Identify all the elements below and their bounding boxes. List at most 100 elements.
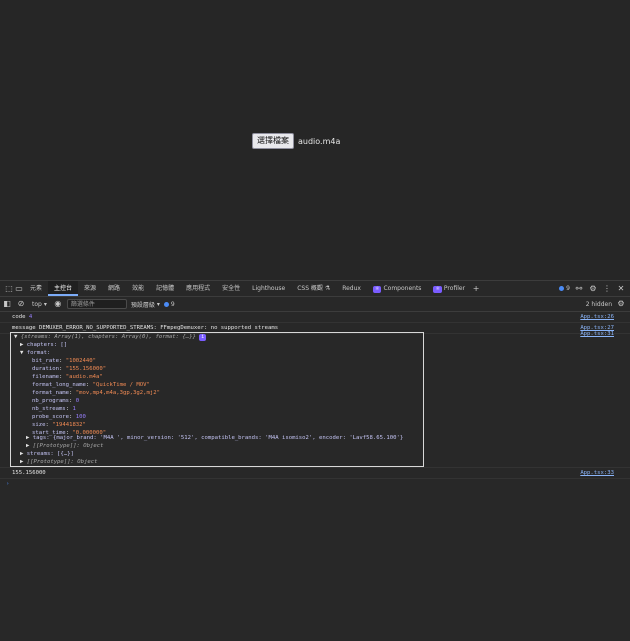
- format-field-row: format_name: "mov,mp4,m4a,3gp,3g2,mj2": [32, 389, 160, 397]
- collapse-arrow-icon: ▶: [26, 443, 30, 449]
- tree-row-streams[interactable]: ▶ streams: [{…}]: [20, 450, 74, 458]
- collapse-arrow-icon: ▶: [20, 451, 24, 457]
- field-key: bit_rate: [32, 358, 59, 364]
- clear-console-icon[interactable]: ⊘: [16, 299, 26, 309]
- tab-redux[interactable]: Redux: [336, 281, 367, 296]
- field-separator: :: [58, 358, 66, 364]
- gear-icon[interactable]: ⚙: [616, 299, 626, 309]
- context-selector[interactable]: top ▾: [30, 301, 49, 308]
- tree-row-prototype[interactable]: ▶ [[Prototype]]: Object: [26, 442, 103, 450]
- field-separator: :: [85, 382, 93, 388]
- format-field-row: filename: "audio.m4a": [32, 373, 103, 381]
- console-row: 155.156000 App.tsx:33: [0, 467, 630, 479]
- tab-profiler[interactable]: ⚛ Profiler: [427, 281, 471, 296]
- prototype-text: [[Prototype]]: Object: [26, 459, 98, 465]
- tab-profiler-label: Profiler: [443, 285, 466, 292]
- field-key: format_long_name: [32, 382, 86, 388]
- tree-row-format[interactable]: ▼ format:: [20, 349, 50, 357]
- tree-row-chapters[interactable]: ▶ chapters: []: [20, 341, 67, 349]
- source-link[interactable]: App.tsx:26: [580, 312, 614, 322]
- log-value: 155.156000: [12, 470, 46, 476]
- collapse-arrow-icon: ▶: [26, 435, 30, 441]
- issues-counter[interactable]: 9: [559, 285, 570, 292]
- tab-elements[interactable]: 元素: [24, 281, 48, 296]
- tags-text: tags: {major_brand: 'M4A ', minor_versio…: [32, 435, 404, 441]
- console-toolbar: ◧ ⊘ top ▾ ◉ 篩選條件 預設層級 ▾ 9 2 hidden ⚙: [0, 297, 630, 312]
- device-toolbar-icon[interactable]: ▭: [14, 284, 24, 294]
- link-icon[interactable]: ⚯: [574, 284, 584, 294]
- object-summary[interactable]: ▼ {streams: Array(1), chapters: Array(0)…: [14, 333, 208, 341]
- devtools-tabbar: ⬚ ▭ 元素 主控台 來源 網路 效能 記憶體 應用程式 安全性 Lightho…: [0, 281, 630, 297]
- log-levels-label: 預設層級: [130, 301, 155, 309]
- info-dot-icon: [559, 286, 565, 291]
- log-levels-dropdown[interactable]: 預設層級 ▾: [131, 300, 160, 309]
- field-value: "mov,mp4,m4a,3gp,3g2,mj2": [75, 390, 160, 396]
- format-field-row: bit_rate: "1002440": [32, 357, 96, 365]
- react-icon: ⚛: [372, 286, 382, 293]
- eye-icon[interactable]: ◉: [53, 299, 63, 309]
- tab-css-overview[interactable]: CSS 概觀 ⚗: [291, 281, 336, 296]
- format-field-row: nb_streams: 1: [32, 405, 76, 413]
- devtools-right-tools: 9 ⚯ ⚙ ⋮ ✕: [559, 284, 630, 294]
- hidden-messages: 2 hidden ⚙: [586, 299, 630, 309]
- streams-text: streams: [{…}]: [26, 451, 74, 457]
- issues-badge-count: 9: [170, 300, 175, 308]
- log-value: 4: [28, 314, 33, 320]
- tree-row-tags[interactable]: ▶ tags: {major_brand: 'M4A ', minor_vers…: [26, 434, 403, 442]
- chapters-text: chapters: []: [26, 342, 68, 348]
- tab-console[interactable]: 主控台: [48, 281, 79, 296]
- field-value: 100: [75, 414, 86, 420]
- info-icon: i: [199, 334, 207, 341]
- field-key: filename: [32, 374, 59, 380]
- source-link[interactable]: App.tsx:33: [580, 468, 614, 478]
- format-field-row: nb_programs: 0: [32, 397, 79, 405]
- field-key: format_name: [32, 390, 70, 396]
- object-inspector: ▼ {streams: Array(1), chapters: Array(0)…: [10, 332, 424, 467]
- expand-arrow-icon: ▼: [14, 334, 18, 340]
- react-icon: ⚛: [433, 286, 442, 293]
- prompt-chevron-icon: ›: [6, 481, 10, 487]
- console-output: code 4 App.tsx:26 message DEMUXER_ERROR_…: [0, 312, 630, 334]
- sidebar-toggle-icon[interactable]: ◧: [2, 299, 12, 309]
- issues-count: 9: [566, 285, 570, 292]
- field-separator: :: [58, 374, 66, 380]
- close-icon[interactable]: ✕: [616, 284, 626, 294]
- tab-security[interactable]: 安全性: [216, 281, 246, 296]
- chevron-down-icon: ▾: [43, 300, 47, 308]
- gear-icon[interactable]: ⚙: [588, 284, 598, 294]
- tab-performance[interactable]: 效能: [126, 281, 150, 296]
- console-row: code 4 App.tsx:26: [0, 312, 630, 323]
- field-separator: :: [58, 366, 66, 372]
- chevron-down-icon: ▾: [156, 300, 160, 308]
- issues-badge[interactable]: 9: [163, 300, 175, 308]
- field-separator: :: [69, 414, 76, 420]
- field-value: 1: [72, 406, 76, 412]
- field-key: probe_score: [32, 414, 70, 420]
- log-value: DEMUXER_ERROR_NO_SUPPORTED_STREAMS: FFmp…: [38, 325, 279, 331]
- field-value: "19441832": [52, 422, 86, 428]
- more-options-icon[interactable]: ⋮: [602, 284, 612, 294]
- tree-row-prototype[interactable]: ▶ [[Prototype]]: Object: [20, 458, 97, 466]
- tab-components[interactable]: ⚛ Components: [367, 281, 427, 296]
- tab-lighthouse[interactable]: Lighthouse: [246, 281, 291, 296]
- collapse-arrow-icon: ▶: [20, 459, 24, 465]
- filter-input[interactable]: 篩選條件: [66, 299, 127, 309]
- tab-application[interactable]: 應用程式: [180, 281, 216, 296]
- tab-sources[interactable]: 來源: [78, 281, 102, 296]
- collapse-arrow-icon: ▶: [20, 342, 24, 348]
- tab-network[interactable]: 網路: [102, 281, 126, 296]
- console-row-last: 155.156000 App.tsx:33 ›: [0, 467, 630, 489]
- inspect-element-icon[interactable]: ⬚: [4, 284, 14, 294]
- console-prompt[interactable]: ›: [0, 479, 630, 489]
- format-field-row: duration: "155.156000": [32, 365, 106, 373]
- tab-memory[interactable]: 記憶體: [150, 281, 180, 296]
- field-value: "QuickTime / MOV": [92, 382, 150, 388]
- choose-file-button[interactable]: 選擇檔案: [252, 133, 294, 149]
- source-link[interactable]: App.tsx:31: [580, 331, 614, 337]
- field-key: nb_streams: [32, 406, 66, 412]
- add-tab-icon[interactable]: +: [471, 284, 481, 294]
- field-value: 0: [75, 398, 80, 404]
- field-separator: :: [69, 398, 76, 404]
- object-summary-text: {streams: Array(1), chapters: Array(0), …: [20, 334, 196, 340]
- file-name-label: audio.m4a: [298, 136, 341, 146]
